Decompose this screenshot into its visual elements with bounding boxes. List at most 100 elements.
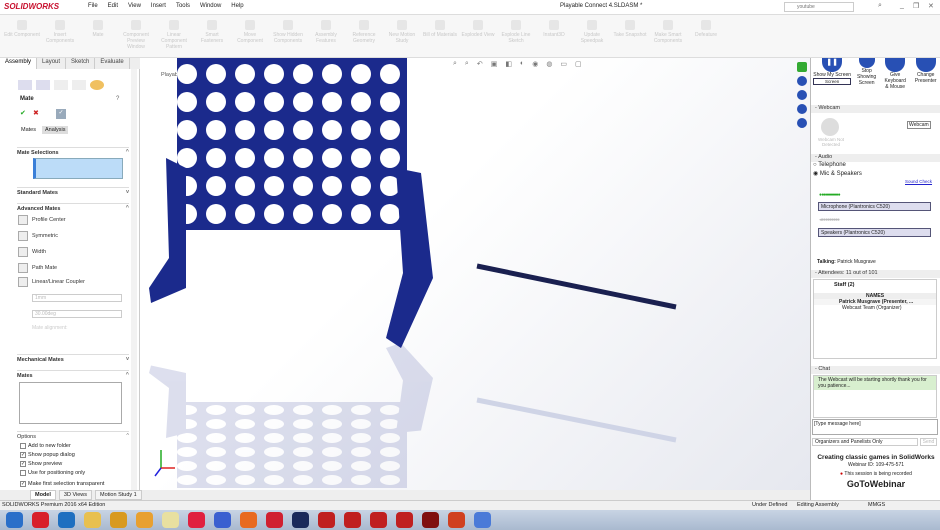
taskbar-app-icon[interactable]: [422, 512, 439, 528]
ribbon-button[interactable]: Mate: [80, 18, 116, 54]
chevron-down-icon[interactable]: v: [126, 356, 129, 362]
taskbar-app-icon[interactable]: [474, 512, 491, 528]
give-keyboard-button[interactable]: Give Keyboard & Mouse: [882, 58, 908, 98]
close-icon[interactable]: ✕: [928, 2, 934, 10]
taskbar-app-icon[interactable]: [370, 512, 387, 528]
menu-window[interactable]: Window: [200, 3, 221, 9]
ribbon-button[interactable]: Explode Line Sketch: [498, 18, 534, 54]
chat-recipient-select[interactable]: Organizers and Panelists Only: [812, 438, 918, 446]
ribbon-button[interactable]: Reference Geometry: [346, 18, 382, 54]
angle-field[interactable]: 30.00deg: [32, 310, 122, 318]
taskbar-app-icon[interactable]: [162, 512, 179, 528]
feature-tree-icon[interactable]: [18, 80, 32, 90]
send-button[interactable]: Send: [920, 438, 937, 446]
section-mates[interactable]: Mates ^: [17, 370, 129, 379]
graphics-area[interactable]: Playable Connect 4 ⌕⌕↶▣◧◐◉◍▭▢: [141, 58, 810, 490]
option-show-popup-dialog[interactable]: ✓ Show popup dialog: [20, 452, 75, 458]
mate-selections-box[interactable]: [33, 158, 123, 179]
ribbon-button[interactable]: Smart Fasteners: [194, 18, 230, 54]
tab-model[interactable]: Model: [30, 490, 56, 500]
stop-showing-button[interactable]: Stop Showing Screen: [856, 58, 878, 98]
stop-icon[interactable]: [797, 90, 807, 100]
attendee-row[interactable]: Webcast Team (Organizer): [814, 305, 936, 311]
ribbon-button[interactable]: Edit Component: [4, 18, 40, 54]
taskbar-app-icon[interactable]: [266, 512, 283, 528]
chevron-up-icon[interactable]: ^: [126, 149, 129, 155]
checkbox[interactable]: [20, 443, 26, 449]
mate-profile-center[interactable]: Profile Center: [18, 215, 66, 225]
taskbar-app-icon[interactable]: [58, 512, 75, 528]
connect-four-model[interactable]: [141, 58, 810, 490]
dimxpert-icon[interactable]: [72, 80, 86, 90]
microphone-select[interactable]: Microphone (Plantronics C520): [818, 202, 931, 211]
search-icon[interactable]: ⌕: [878, 2, 882, 10]
presenter-icon[interactable]: [797, 118, 807, 128]
taskbar-app-icon[interactable]: [6, 512, 23, 528]
ribbon-button[interactable]: Instant3D: [536, 18, 572, 54]
webcam-button[interactable]: Webcam: [907, 121, 931, 129]
help-icon[interactable]: ?: [116, 96, 119, 102]
mate-width[interactable]: Width: [18, 247, 46, 257]
ribbon-button[interactable]: New Motion Study: [384, 18, 420, 54]
tab-staff[interactable]: Staff (2): [814, 280, 936, 290]
show-my-screen-button[interactable]: ❚❚ Show My Screen Screen: [813, 58, 852, 98]
ribbon-button[interactable]: Exploded View: [460, 18, 496, 54]
chevron-up-icon[interactable]: ^: [126, 372, 129, 378]
mate-path[interactable]: Path Mate: [18, 263, 57, 273]
appearance-icon[interactable]: [90, 80, 104, 90]
keyboard-icon[interactable]: [797, 104, 807, 114]
taskbar-app-icon[interactable]: [396, 512, 413, 528]
tab-3d-views[interactable]: 3D Views: [58, 490, 93, 500]
telephone-radio[interactable]: ○ Telephone: [813, 162, 846, 168]
chevron-up-icon[interactable]: ^: [126, 205, 129, 211]
taskbar-app-icon[interactable]: [214, 512, 231, 528]
menu-insert[interactable]: Insert: [151, 3, 166, 9]
menu-file[interactable]: File: [88, 3, 98, 9]
section-mechanical-mates[interactable]: Mechanical Mates v: [17, 354, 129, 363]
ribbon-button[interactable]: Insert Components: [42, 18, 78, 54]
tab-motion-study[interactable]: Motion Study 1: [95, 490, 142, 500]
distance-field[interactable]: 1mm: [32, 294, 122, 302]
chevron-up-icon[interactable]: ^: [126, 433, 129, 439]
section-standard-mates[interactable]: Standard Mates v: [17, 187, 129, 196]
tab-analysis[interactable]: Analysis: [41, 126, 69, 134]
checkbox[interactable]: [20, 470, 26, 476]
units-selector[interactable]: MMGS: [868, 502, 885, 508]
speakers-select[interactable]: Speakers (Plantronics C520): [818, 228, 931, 237]
change-presenter-button[interactable]: Change Presenter: [913, 58, 939, 98]
webcam-header[interactable]: - Webcam: [811, 105, 940, 113]
checkbox[interactable]: ✓: [20, 461, 26, 467]
menu-view[interactable]: View: [128, 3, 141, 9]
option-add-to-new-folder[interactable]: Add to new folder: [20, 443, 71, 449]
audio-header[interactable]: - Audio: [811, 154, 940, 162]
ribbon-button[interactable]: Assembly Features: [308, 18, 344, 54]
search-input[interactable]: [784, 2, 854, 12]
option-show-preview[interactable]: ✓ Show preview: [20, 461, 62, 467]
taskbar-app-icon[interactable]: [32, 512, 49, 528]
taskbar-app-icon[interactable]: [240, 512, 257, 528]
ribbon-button[interactable]: Move Component: [232, 18, 268, 54]
taskbar-app-icon[interactable]: [84, 512, 101, 528]
menu-edit[interactable]: Edit: [108, 3, 118, 9]
mate-symmetric[interactable]: Symmetric: [18, 231, 58, 241]
ribbon-button[interactable]: Show Hidden Components: [270, 18, 306, 54]
mate-linear-coupler[interactable]: Linear/Linear Coupler: [18, 277, 85, 287]
taskbar-app-icon[interactable]: [344, 512, 361, 528]
taskbar-app-icon[interactable]: [318, 512, 335, 528]
tab-assembly[interactable]: Assembly: [0, 58, 38, 69]
ribbon-button[interactable]: Update Speedpak: [574, 18, 610, 54]
checkbox[interactable]: ✓: [20, 481, 26, 487]
cancel-icon[interactable]: ✖: [33, 109, 39, 117]
chevron-down-icon[interactable]: v: [126, 189, 129, 195]
taskbar-app-icon[interactable]: [292, 512, 309, 528]
chat-header[interactable]: - Chat: [811, 366, 940, 374]
tab-sketch[interactable]: Sketch: [66, 58, 96, 69]
panel-scrollbar[interactable]: [131, 69, 137, 490]
taskbar-app-icon[interactable]: [188, 512, 205, 528]
screen-share-icon[interactable]: [797, 62, 807, 72]
ribbon-button[interactable]: Defeature: [688, 18, 724, 54]
sound-check-link[interactable]: Sound Check: [905, 179, 932, 184]
restore-icon[interactable]: ❐: [913, 2, 919, 10]
ribbon-button[interactable]: Linear Component Pattern: [156, 18, 192, 54]
mates-list[interactable]: [19, 382, 122, 424]
